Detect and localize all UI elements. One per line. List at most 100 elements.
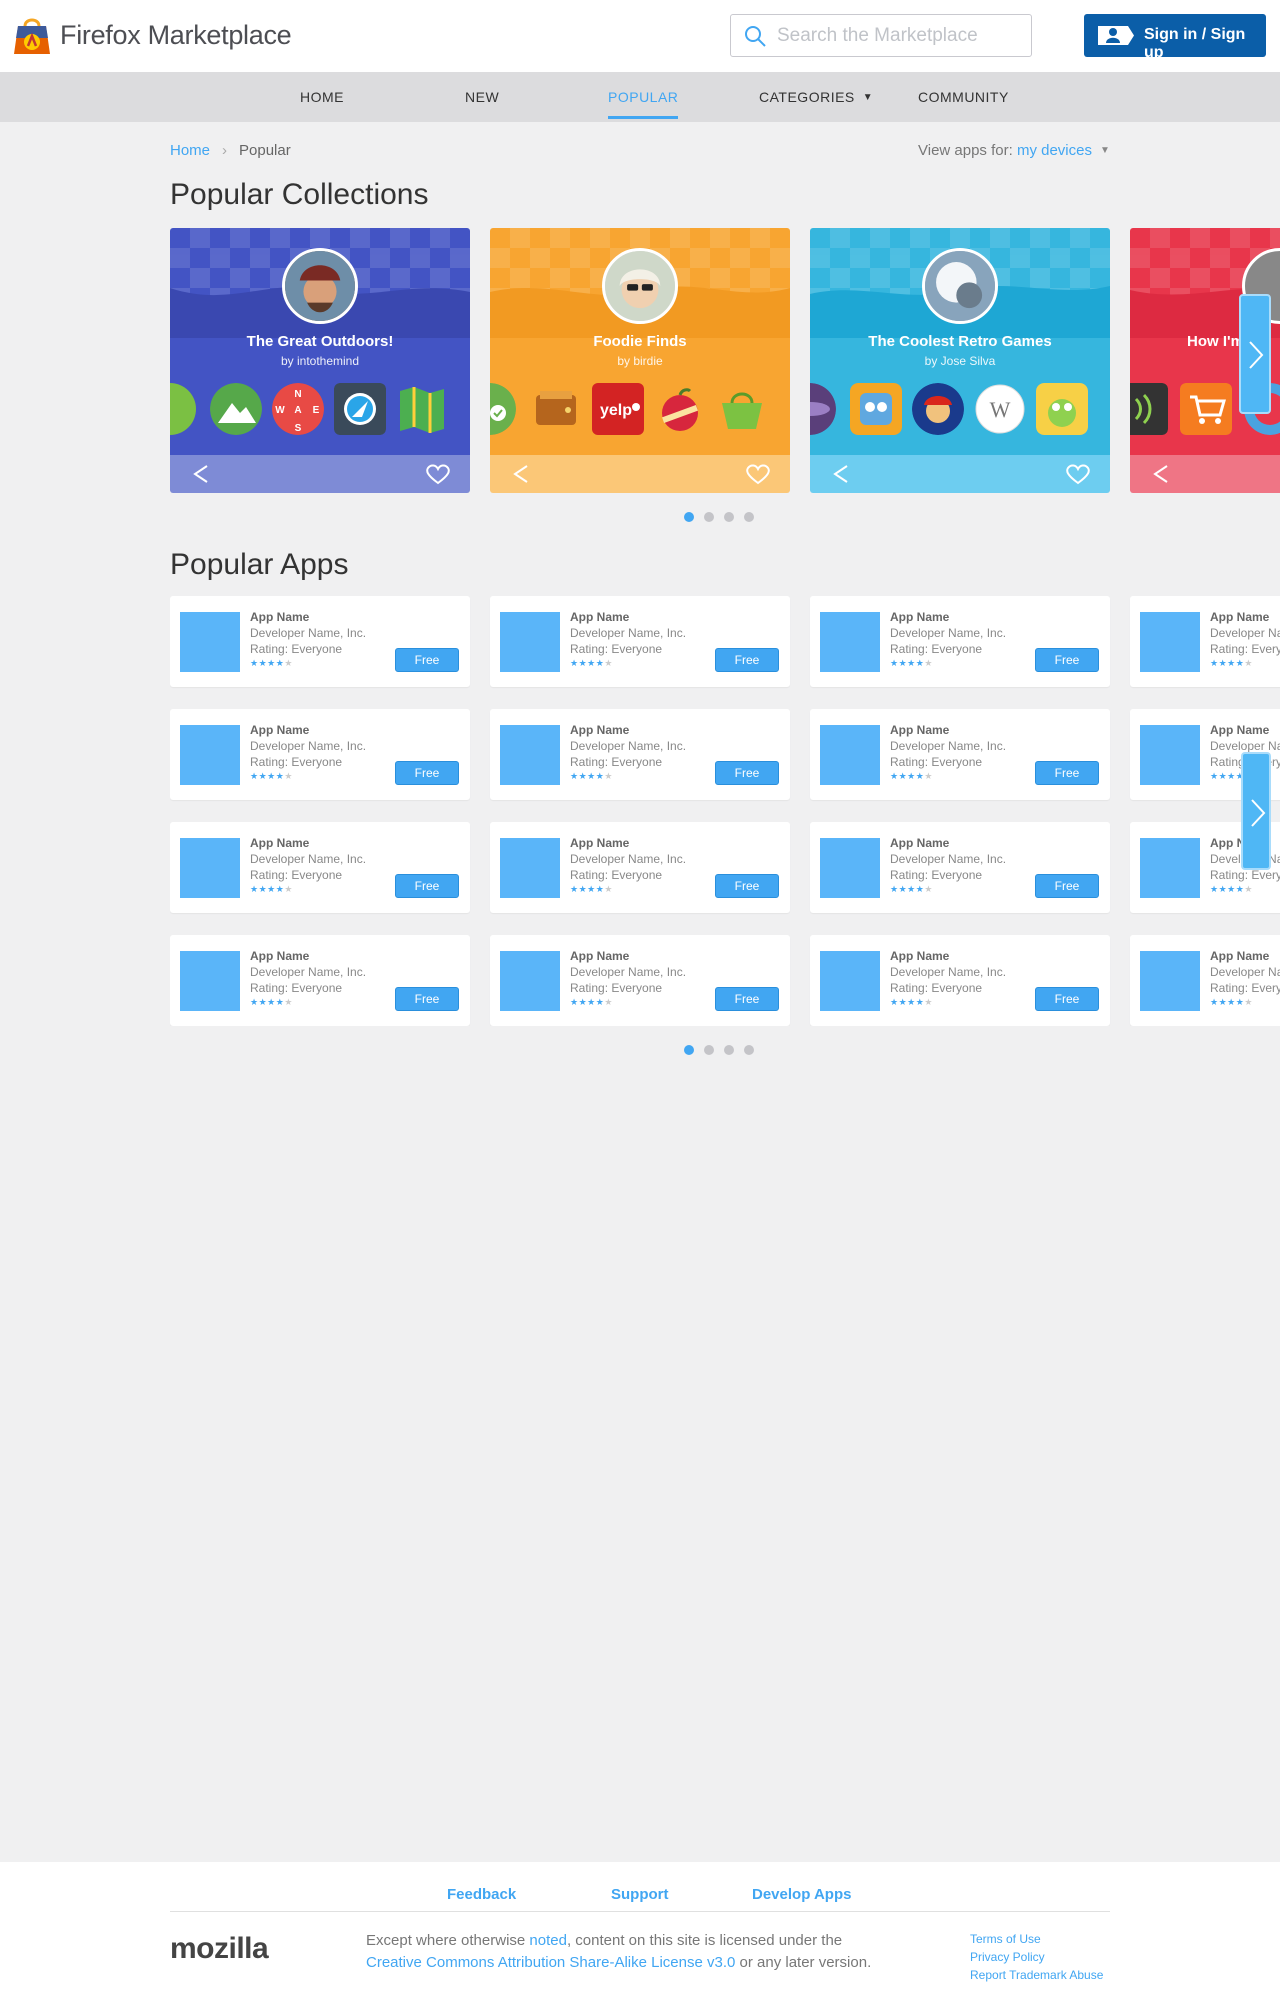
- brand-title[interactable]: Firefox Marketplace: [60, 20, 292, 51]
- app-icon[interactable]: [180, 612, 240, 672]
- footer-develop-apps-link[interactable]: Develop Apps: [752, 1886, 851, 1903]
- app-card[interactable]: App Name Developer Name, Inc. Rating: Ever…: [490, 709, 790, 800]
- app-icon[interactable]: [500, 612, 560, 672]
- nav-categories[interactable]: CATEGORIES ▼: [759, 89, 873, 105]
- app-icon[interactable]: [820, 838, 880, 898]
- install-free-button[interactable]: Free: [715, 874, 779, 898]
- pager-dot[interactable]: [704, 512, 714, 522]
- search-box[interactable]: [730, 14, 1032, 57]
- app-card[interactable]: App Name Developer Name, Inc. Rating: Ever…: [1130, 935, 1280, 1026]
- apps-next-button[interactable]: [1241, 752, 1271, 870]
- nav-popular[interactable]: POPULAR: [608, 89, 679, 119]
- app-card[interactable]: App Name Developer Name, Inc. Rating: Ever…: [490, 935, 790, 1026]
- report-trademark-abuse-link[interactable]: Report Trademark Abuse: [970, 1966, 1103, 1984]
- app-name[interactable]: App Name: [1210, 723, 1269, 737]
- app-name[interactable]: App Name: [1210, 610, 1269, 624]
- app-icon[interactable]: [180, 951, 240, 1011]
- app-icon[interactable]: [820, 951, 880, 1011]
- pager-dot[interactable]: [704, 1045, 714, 1055]
- app-icon[interactable]: [1140, 612, 1200, 672]
- app-name[interactable]: App Name: [250, 949, 309, 963]
- install-free-button[interactable]: Free: [1035, 874, 1099, 898]
- collection-card[interactable]: The Coolest Retro Games by Jose Silva W: [810, 228, 1110, 493]
- pager-dot[interactable]: [744, 1045, 754, 1055]
- app-icon[interactable]: [1140, 951, 1200, 1011]
- share-icon[interactable]: [1150, 463, 1172, 485]
- app-card[interactable]: App Name Developer Name, Inc. Rating: Ever…: [810, 709, 1110, 800]
- app-icon[interactable]: [820, 725, 880, 785]
- terms-of-use-link[interactable]: Terms of Use: [970, 1930, 1103, 1948]
- app-name[interactable]: App Name: [570, 610, 629, 624]
- search-input[interactable]: [777, 23, 1017, 49]
- share-icon[interactable]: [510, 463, 532, 485]
- app-name[interactable]: App Name: [890, 723, 949, 737]
- install-free-button[interactable]: Free: [395, 874, 459, 898]
- install-free-button[interactable]: Free: [395, 648, 459, 672]
- view-apps-for[interactable]: View apps for: my devices ▼: [918, 142, 1110, 159]
- app-icon[interactable]: [180, 725, 240, 785]
- app-card[interactable]: App Name Developer Name, Inc. Rating: Ever…: [810, 596, 1110, 687]
- footer-feedback-link[interactable]: Feedback: [447, 1886, 516, 1903]
- heart-icon[interactable]: [745, 463, 771, 485]
- pager-dot[interactable]: [724, 1045, 734, 1055]
- install-free-button[interactable]: Free: [715, 648, 779, 672]
- app-card[interactable]: App Name Developer Name, Inc. Rating: Ever…: [810, 822, 1110, 913]
- app-icon[interactable]: [1140, 838, 1200, 898]
- share-icon[interactable]: [190, 463, 212, 485]
- app-icon[interactable]: [1140, 725, 1200, 785]
- sign-in-button[interactable]: Sign in / Sign up: [1084, 14, 1266, 61]
- app-icon[interactable]: [820, 612, 880, 672]
- nav-home[interactable]: HOME: [300, 89, 344, 105]
- heart-icon[interactable]: [1065, 463, 1091, 485]
- nav-new[interactable]: NEW: [465, 89, 499, 105]
- collection-card[interactable]: Foodie Finds by birdie yelp: [490, 228, 790, 493]
- pager-dot[interactable]: [724, 512, 734, 522]
- app-name[interactable]: App Name: [1210, 949, 1269, 963]
- footer-support-link[interactable]: Support: [611, 1886, 669, 1903]
- app-name[interactable]: App Name: [890, 610, 949, 624]
- app-name[interactable]: App Name: [250, 723, 309, 737]
- app-icon[interactable]: [500, 838, 560, 898]
- share-icon[interactable]: [830, 463, 852, 485]
- install-free-button[interactable]: Free: [1035, 648, 1099, 672]
- firefox-marketplace-logo[interactable]: [12, 14, 52, 56]
- app-name[interactable]: App Name: [890, 949, 949, 963]
- install-free-button[interactable]: Free: [1035, 761, 1099, 785]
- app-card[interactable]: App Name Developer Name, Inc. Rating: Ever…: [170, 935, 470, 1026]
- app-name[interactable]: App Name: [570, 949, 629, 963]
- app-card[interactable]: App Name Developer Name, Inc. Rating: Ever…: [170, 709, 470, 800]
- app-card[interactable]: App Name Developer Name, Inc. Rating: Ever…: [170, 596, 470, 687]
- app-name[interactable]: App Name: [570, 723, 629, 737]
- app-icon[interactable]: [500, 951, 560, 1011]
- privacy-policy-link[interactable]: Privacy Policy: [970, 1948, 1103, 1966]
- breadcrumb-home[interactable]: Home: [170, 142, 210, 159]
- app-icon[interactable]: [180, 838, 240, 898]
- app-card[interactable]: App Name Developer Name, Inc. Rating: Ever…: [490, 822, 790, 913]
- app-card[interactable]: App Name Developer Name, Inc. Rating: Ever…: [1130, 596, 1280, 687]
- app-icon[interactable]: [500, 725, 560, 785]
- license-noted-link[interactable]: noted: [529, 1932, 567, 1949]
- view-apps-value[interactable]: my devices: [1017, 142, 1092, 159]
- app-card[interactable]: App Name Developer Name, Inc. Rating: Ever…: [170, 822, 470, 913]
- collection-card[interactable]: The Great Outdoors! by intothemind N SW E A: [170, 228, 470, 493]
- pager-dot[interactable]: [684, 512, 694, 522]
- app-card[interactable]: App Name Developer Name, Inc. Rating: Ever…: [810, 935, 1110, 1026]
- app-name[interactable]: App Name: [250, 610, 309, 624]
- install-free-button[interactable]: Free: [395, 987, 459, 1011]
- app-card[interactable]: App Name Developer Name, Inc. Rating: Ever…: [490, 596, 790, 687]
- mozilla-logo[interactable]: mozilla: [170, 1932, 269, 1966]
- pager-dot[interactable]: [684, 1045, 694, 1055]
- install-free-button[interactable]: Free: [1035, 987, 1099, 1011]
- install-free-button[interactable]: Free: [395, 761, 459, 785]
- install-free-button[interactable]: Free: [715, 987, 779, 1011]
- install-free-button[interactable]: Free: [715, 761, 779, 785]
- heart-icon[interactable]: [425, 463, 451, 485]
- app-name[interactable]: App Name: [250, 836, 309, 850]
- svg-text:N: N: [294, 389, 301, 400]
- app-name[interactable]: App Name: [890, 836, 949, 850]
- license-cc-link[interactable]: Creative Commons Attribution Share-Alike…: [366, 1954, 735, 1971]
- nav-community[interactable]: COMMUNITY: [918, 89, 1009, 105]
- app-name[interactable]: App Name: [570, 836, 629, 850]
- pager-dot[interactable]: [744, 512, 754, 522]
- collections-next-button[interactable]: [1239, 294, 1271, 414]
